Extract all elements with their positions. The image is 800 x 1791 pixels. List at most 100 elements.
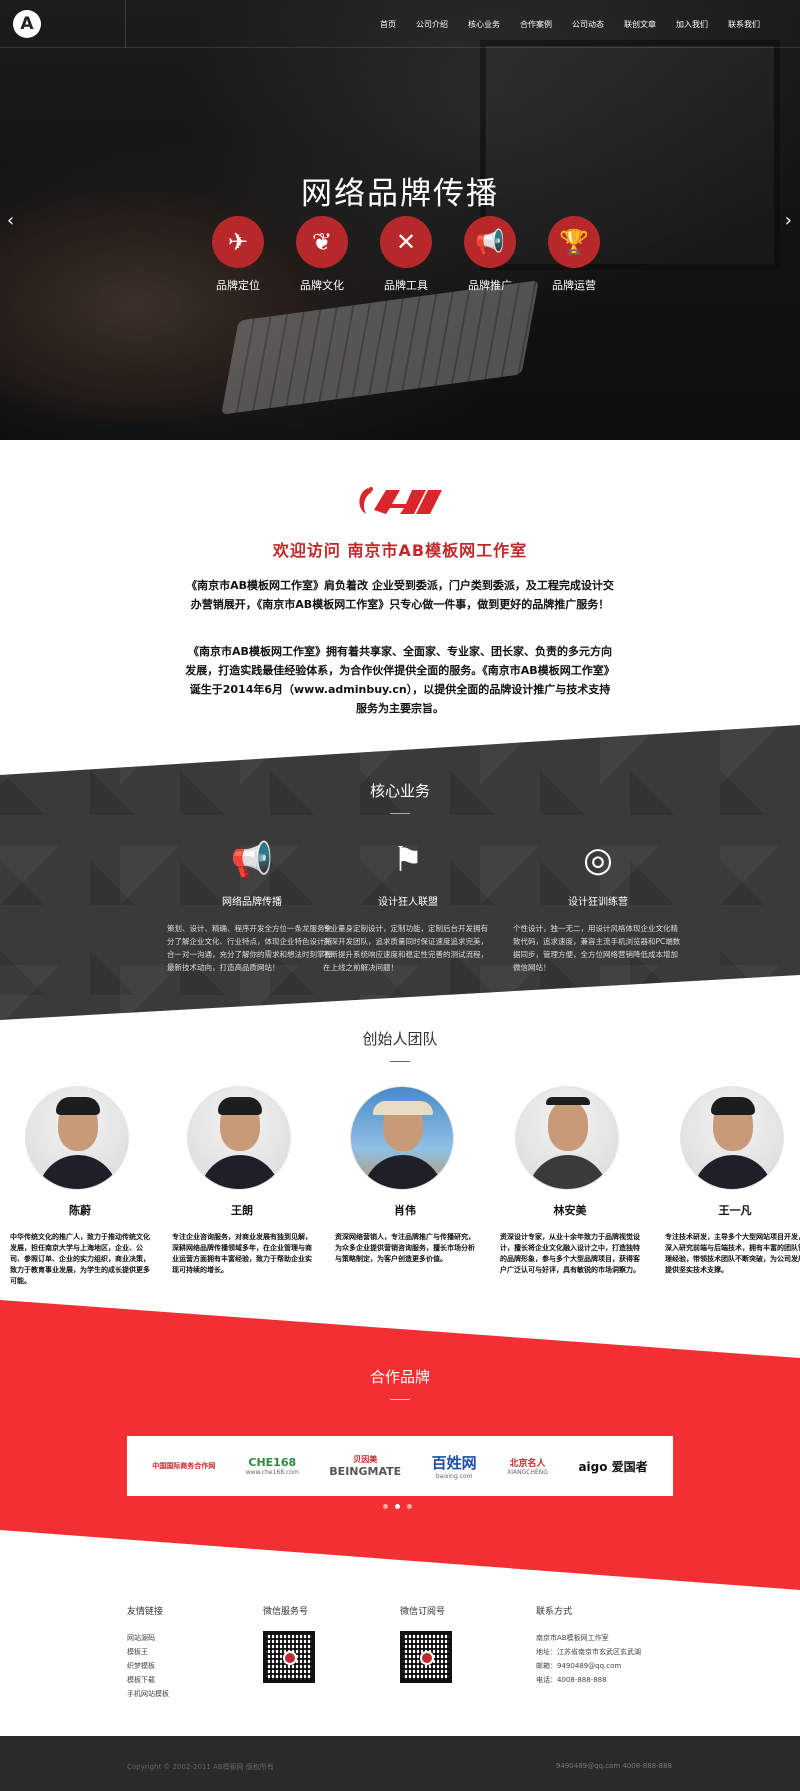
megaphone-icon: 📢 bbox=[464, 216, 516, 268]
tools-icon: ✕ bbox=[380, 216, 432, 268]
service-title: 设计狂人联盟 bbox=[378, 897, 438, 908]
avatar bbox=[350, 1086, 454, 1190]
nav-item-business[interactable]: 核心业务 bbox=[458, 19, 510, 30]
founders-title: 创始人团队 bbox=[362, 1030, 438, 1048]
partner-logo[interactable]: CHE168 www.che168.com bbox=[246, 1456, 299, 1476]
section-divider bbox=[390, 1061, 410, 1062]
qr-code-icon bbox=[263, 1631, 315, 1683]
footer-links-column: 友情链接 网站源码 模板王 织梦模板 模板下载 手机网站模板 bbox=[127, 1604, 169, 1701]
footer-mini-contact: 9490489@qq.com 4008-888-888 bbox=[555, 1762, 672, 1770]
carousel-dot[interactable] bbox=[407, 1504, 412, 1509]
partner-logo[interactable]: 百姓网 baixing.com bbox=[432, 1452, 477, 1480]
section-divider bbox=[390, 813, 410, 814]
founder-card: 肖伟 资深网络营销人，专注品牌推广与传播研究，为众多企业提供营销咨询服务，擅长市… bbox=[335, 1086, 475, 1265]
footer-link[interactable]: 网站源码 bbox=[127, 1631, 169, 1645]
founder-name: 王一凡 bbox=[718, 1204, 752, 1217]
trophy-icon: 🏆 bbox=[548, 216, 600, 268]
service-desc: 个性设计，独一无二，用设计风格体现企业文化精致代码，追求速度，兼容主流手机浏览器… bbox=[513, 924, 681, 972]
founder-name: 林安美 bbox=[553, 1204, 587, 1217]
partner-logo[interactable]: aigo 爱国者 bbox=[578, 1458, 647, 1475]
nav-menu: 首页 公司介绍 核心业务 合作案例 公司动态 联创文章 加入我们 联系我们 bbox=[370, 0, 770, 48]
nav-item-join[interactable]: 加入我们 bbox=[666, 19, 718, 30]
copyright-text: Copyright © 2002-2011 AB模板网 版权所有 bbox=[127, 1763, 274, 1771]
avatar bbox=[515, 1086, 619, 1190]
hero-feature[interactable]: ✕ 品牌工具 bbox=[374, 216, 438, 293]
footer-heading: 微信服务号 bbox=[263, 1607, 309, 1617]
contact-address: 地址：江苏省南京市玄武区玄武湖 bbox=[536, 1648, 641, 1656]
nav-item-articles[interactable]: 联创文章 bbox=[614, 19, 666, 30]
carousel-dots bbox=[383, 1504, 412, 1509]
service-title: 设计狂训练营 bbox=[568, 897, 628, 908]
founder-desc: 资深设计专家，从业十余年致力于品牌视觉设计，擅长将企业文化融入设计之中，打造独特… bbox=[500, 1233, 640, 1274]
hero-feature-label: 品牌推广 bbox=[468, 279, 512, 292]
service-desc: 策划、设计、精确、程序开发全方位一条龙服务充分了解企业文化、行业特点，体现企业特… bbox=[167, 924, 332, 972]
nav-item-about[interactable]: 公司介绍 bbox=[406, 19, 458, 30]
hero-features: ✈ 品牌定位 ❦ 品牌文化 ✕ 品牌工具 📢 品牌推广 🏆 品牌运营 bbox=[206, 216, 606, 293]
service-card: 📢 网络品牌传播 策划、设计、精确、程序开发全方位一条龙服务充分了解企业文化、行… bbox=[167, 835, 337, 974]
hero-feature-label: 品牌运营 bbox=[552, 279, 596, 292]
footer-link[interactable]: 手机网站模板 bbox=[127, 1687, 169, 1701]
nav-item-contact[interactable]: 联系我们 bbox=[718, 19, 770, 30]
contact-company: 南京市AB模板网工作室 bbox=[536, 1634, 609, 1642]
footer-heading: 微信订阅号 bbox=[400, 1607, 446, 1617]
footer-bottom-bar bbox=[0, 1736, 800, 1791]
footer-link[interactable]: 模板王 bbox=[127, 1645, 169, 1659]
founder-name: 陈蔚 bbox=[69, 1204, 91, 1217]
footer-heading: 联系方式 bbox=[536, 1607, 573, 1617]
footer-heading: 友情链接 bbox=[127, 1607, 164, 1617]
footer-wechat-service: 微信服务号 bbox=[263, 1604, 315, 1683]
founder-card: 王一凡 专注技术研发，主导多个大型网站项目开发，深入研究前端与后端技术，拥有丰富… bbox=[665, 1086, 800, 1276]
partner-logo[interactable]: 贝因美 BEINGMATE bbox=[329, 1454, 401, 1478]
target-icon: ◎ bbox=[583, 840, 613, 880]
service-card: ⚑ 设计狂人联盟 专业量身定制设计，定制功能，定制后台开发拥有资深开发团队，追求… bbox=[323, 835, 493, 974]
founder-name: 肖伟 bbox=[394, 1204, 416, 1217]
partner-logo-strip: 中国国际商务合作网 CHE168 www.che168.com 贝因美 BEINGM… bbox=[127, 1436, 673, 1496]
brand-logo-mark bbox=[359, 487, 442, 514]
hero-feature-label: 品牌文化 bbox=[300, 279, 344, 292]
section-divider bbox=[390, 1399, 410, 1400]
hero-feature[interactable]: 📢 品牌推广 bbox=[458, 216, 522, 293]
slider-next-arrow-icon[interactable]: › bbox=[785, 210, 792, 231]
top-nav: A 首页 公司介绍 核心业务 合作案例 公司动态 联创文章 加入我们 联系我们 bbox=[0, 0, 800, 48]
hero-feature[interactable]: ✈ 品牌定位 bbox=[206, 216, 270, 293]
partner-logo[interactable]: 中国国际商务合作网 bbox=[152, 1461, 215, 1471]
carousel-dot-active[interactable] bbox=[395, 1504, 400, 1509]
welcome-paragraph: 《南京市AB模板网工作室》拥有着共享家、全面家、专业家、团长家、负责的多元方向发… bbox=[185, 645, 615, 715]
qr-code-icon bbox=[400, 1631, 452, 1683]
slider-prev-arrow-icon[interactable]: ‹ bbox=[7, 210, 14, 231]
hero-feature-label: 品牌定位 bbox=[216, 279, 260, 292]
welcome-title: 欢迎访问 南京市AB模板网工作室 bbox=[272, 541, 528, 560]
nav-item-cases[interactable]: 合作案例 bbox=[510, 19, 562, 30]
partners-title: 合作品牌 bbox=[369, 1368, 430, 1386]
founder-card: 王朗 专注企业咨询服务，对商业发展有独到见解，深耕网络品牌传播领域多年，在企业管… bbox=[172, 1086, 312, 1276]
footer-link[interactable]: 模板下载 bbox=[127, 1673, 169, 1687]
founder-card: 林安美 资深设计专家，从业十余年致力于品牌视觉设计，擅长将企业文化融入设计之中，… bbox=[500, 1086, 640, 1276]
hero-feature[interactable]: ❦ 品牌文化 bbox=[290, 216, 354, 293]
page: A 首页 公司介绍 核心业务 合作案例 公司动态 联创文章 加入我们 联系我们 … bbox=[0, 0, 800, 1791]
paper-plane-icon: ✈ bbox=[212, 216, 264, 268]
avatar bbox=[25, 1086, 129, 1190]
contact-phone: 电话：4008-888-888 bbox=[536, 1676, 607, 1684]
hero-feature-label: 品牌工具 bbox=[384, 279, 428, 292]
hero-feature[interactable]: 🏆 品牌运营 bbox=[542, 216, 606, 293]
flag-icon: ⚑ bbox=[392, 840, 424, 880]
nav-item-news[interactable]: 公司动态 bbox=[562, 19, 614, 30]
site-logo[interactable]: A bbox=[13, 9, 41, 38]
nav-item-home[interactable]: 首页 bbox=[370, 19, 406, 30]
founder-card: 陈蔚 中华传统文化的推广人，致力于推动传统文化发展，担任南京大学与上海地区，企业… bbox=[10, 1086, 150, 1287]
avatar bbox=[680, 1086, 784, 1190]
footer-link[interactable]: 织梦模板 bbox=[127, 1659, 169, 1673]
footer-wechat-subscription: 微信订阅号 bbox=[400, 1604, 452, 1683]
welcome-section: 欢迎访问 南京市AB模板网工作室 《南京市AB模板网工作室》肩负着改 企业受到委… bbox=[0, 440, 800, 740]
hero-title: 网络品牌传播 bbox=[301, 176, 499, 212]
founder-name: 王朗 bbox=[231, 1204, 253, 1217]
carousel-dot[interactable] bbox=[383, 1504, 388, 1509]
avatar bbox=[187, 1086, 291, 1190]
service-card: ◎ 设计狂训练营 个性设计，独一无二，用设计风格体现企业文化精致代码，追求速度，… bbox=[513, 835, 683, 974]
founder-desc: 资深网络营销人，专注品牌推广与传播研究，为众多企业提供营销咨询服务，擅长市场分析… bbox=[335, 1233, 475, 1263]
service-title: 网络品牌传播 bbox=[222, 897, 282, 908]
core-business-title: 核心业务 bbox=[369, 782, 430, 800]
founder-desc: 中华传统文化的推广人，致力于推动传统文化发展，担任南京大学与上海地区，企业、公司… bbox=[10, 1233, 150, 1285]
footer-contact-column: 联系方式 南京市AB模板网工作室 地址：江苏省南京市玄武区玄武湖 邮箱：9490… bbox=[536, 1604, 641, 1687]
partner-logo[interactable]: 北京名人 XIANGCHENG bbox=[507, 1456, 548, 1476]
